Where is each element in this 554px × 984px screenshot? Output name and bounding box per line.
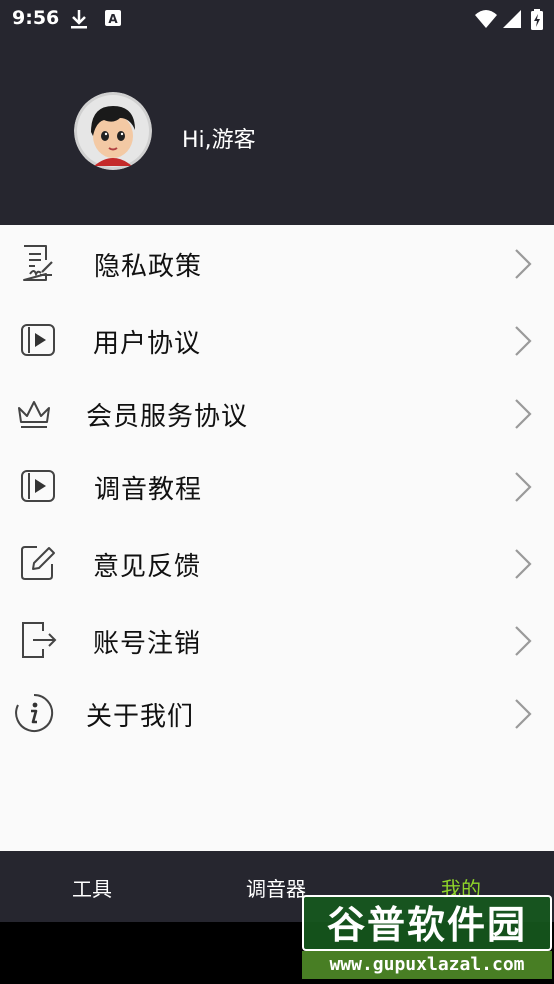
menu-item-account-deletion[interactable]: 账号注销 <box>0 604 554 678</box>
chevron-right-icon <box>510 698 534 730</box>
play-book-icon <box>14 316 62 364</box>
status-time: 9:56 <box>12 7 60 29</box>
status-bar: 9:56 A <box>0 0 554 38</box>
document-pen-icon <box>14 239 62 287</box>
menu-item-label: 关于我们 <box>86 702 195 732</box>
watermark-logo: 谷普软件园 www.gupuxlazal.com <box>302 895 552 981</box>
greeting-text: Hi,游客 <box>182 128 256 153</box>
menu-item-user-agreement[interactable]: 用户协议 <box>0 304 554 378</box>
battery-icon <box>530 9 544 35</box>
menu-item-label: 会员服务协议 <box>86 402 249 432</box>
menu-item-privacy-policy[interactable]: 隐私政策 <box>0 227 554 301</box>
profile-header: Hi,游客 <box>0 38 554 225</box>
signal-icon <box>502 9 522 33</box>
info-icon <box>10 689 58 737</box>
tab-tools[interactable]: 工具 <box>72 873 112 902</box>
watermark-title: 谷普软件园 <box>302 895 552 951</box>
menu-item-label: 调音教程 <box>94 475 203 505</box>
crown-icon <box>10 389 58 437</box>
menu-item-label: 账号注销 <box>93 629 202 659</box>
menu-list: 隐私政策 用户协议 会员服务协议 调音教程 意见反馈 账号注销 关于我们 <box>0 225 554 851</box>
menu-item-label: 用户协议 <box>93 329 202 359</box>
menu-item-label: 意见反馈 <box>93 552 202 582</box>
play-book-icon <box>14 462 62 510</box>
chevron-right-icon <box>510 548 534 580</box>
chevron-right-icon <box>510 325 534 357</box>
menu-item-label: 隐私政策 <box>94 252 203 282</box>
tab-tuner[interactable]: 调音器 <box>246 873 306 902</box>
menu-item-membership-agreement[interactable]: 会员服务协议 <box>0 377 554 451</box>
chevron-right-icon <box>510 248 534 280</box>
a-box-icon: A <box>104 9 122 31</box>
menu-item-about-us[interactable]: 关于我们 <box>0 677 554 751</box>
chevron-right-icon <box>510 625 534 657</box>
chevron-right-icon <box>510 471 534 503</box>
wifi-icon <box>474 9 498 33</box>
menu-item-feedback[interactable]: 意见反馈 <box>0 527 554 601</box>
menu-item-tuning-tutorial[interactable]: 调音教程 <box>0 450 554 524</box>
svg-text:A: A <box>108 12 118 26</box>
chevron-right-icon <box>510 398 534 430</box>
avatar[interactable] <box>74 92 152 170</box>
edit-icon <box>14 539 62 587</box>
download-icon <box>70 9 88 33</box>
logout-icon <box>14 616 62 664</box>
watermark-url: www.gupuxlazal.com <box>302 951 552 979</box>
